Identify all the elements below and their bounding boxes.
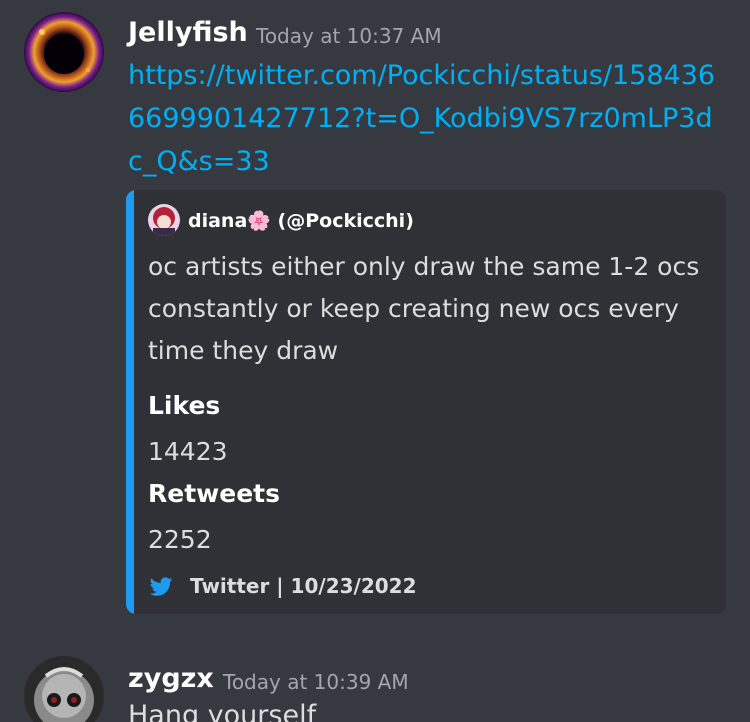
embed-author-avatar <box>148 204 180 236</box>
embed-author-name: diana🌸 (@Pockicchi) <box>188 209 414 232</box>
avatar-image <box>24 656 104 722</box>
field-name-retweets: Retweets <box>148 479 280 508</box>
field-name-likes: Likes <box>148 391 221 420</box>
twitter-bird-icon <box>149 577 173 596</box>
embed-description: oc artists either only draw the same 1-2… <box>148 252 700 365</box>
author-name[interactable]: zygzx <box>128 662 214 696</box>
author-name[interactable]: Jellyfish <box>128 16 248 50</box>
message-item: Jellyfish Today at 10:37 AM https://twit… <box>0 0 750 640</box>
avatar[interactable] <box>24 656 104 722</box>
timestamp: Today at 10:39 AM <box>223 670 409 694</box>
field-value-likes: 14423 <box>148 437 228 466</box>
field-value-retweets: 2252 <box>148 525 212 554</box>
embed-accent-bar <box>126 190 134 614</box>
embed-footer-text: Twitter | 10/23/2022 <box>190 574 417 598</box>
avatar[interactable] <box>24 12 104 92</box>
avatar-image <box>24 12 104 92</box>
message-item: zygzx Today at 10:39 AM <box>0 640 750 722</box>
tweet-link[interactable]: https://twitter.com/Pockicchi/status/158… <box>128 54 718 183</box>
link-embed: diana🌸 (@Pockicchi) oc artists either on… <box>126 190 726 614</box>
embed-footer: Twitter | 10/23/2022 <box>148 568 417 604</box>
message-content: Hang yourself <box>128 700 317 722</box>
embed-author[interactable]: diana🌸 (@Pockicchi) <box>148 202 414 238</box>
timestamp: Today at 10:37 AM <box>256 24 442 48</box>
chat-channel: Jellyfish Today at 10:37 AM https://twit… <box>0 0 750 722</box>
